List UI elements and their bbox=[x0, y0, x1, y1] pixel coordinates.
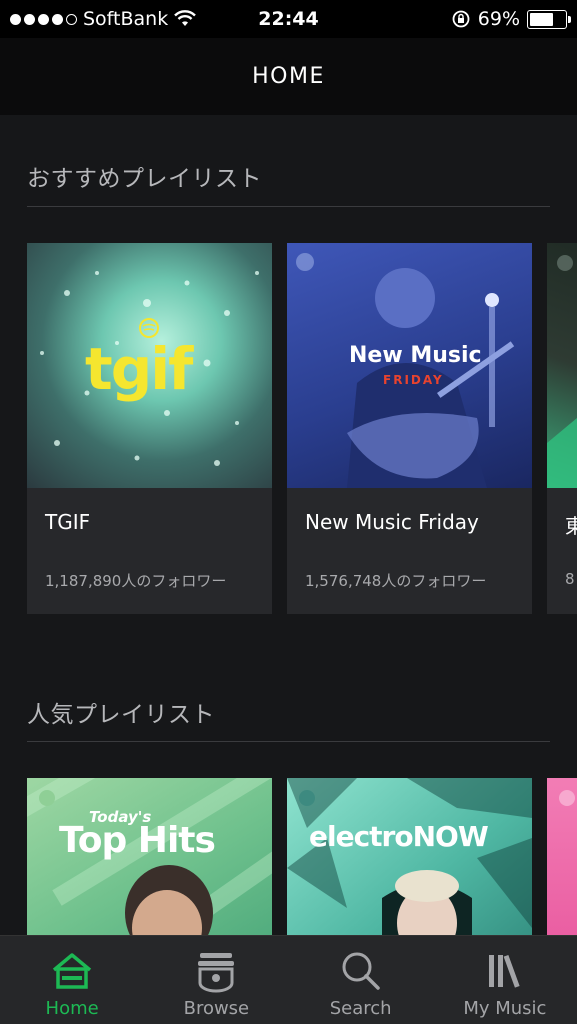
cover-subtitle: FRIDAY bbox=[383, 373, 444, 387]
playlist-card-new-music-friday[interactable]: New Music FRIDAY New Music Friday 1,576,… bbox=[287, 243, 532, 614]
playlist-row[interactable]: Today's Top Hits electroNOW bbox=[27, 778, 577, 935]
search-icon bbox=[338, 948, 384, 994]
section-title: おすすめプレイリスト bbox=[27, 166, 262, 192]
cover-decoration bbox=[547, 255, 577, 488]
cover-title: New Music bbox=[349, 343, 482, 368]
playlist-card-tgif[interactable]: tgif TGIF 1,187,890人のフォロワー bbox=[27, 243, 272, 614]
tab-browse[interactable]: Browse bbox=[144, 936, 288, 1024]
tab-home[interactable]: Home bbox=[0, 936, 144, 1024]
playlist-followers: 1,576,748人のフォロワー bbox=[305, 572, 487, 590]
battery-icon bbox=[527, 9, 571, 29]
section-title: 人気プレイリスト bbox=[27, 702, 215, 728]
playlist-cover: Today's Top Hits bbox=[27, 778, 272, 935]
tab-bar: Home Browse Search My Music bbox=[0, 935, 577, 1024]
tab-label: Browse bbox=[183, 998, 250, 1019]
playlist-followers: 8 bbox=[565, 570, 575, 588]
tab-label: My Music bbox=[463, 998, 547, 1019]
status-right: 69% bbox=[451, 8, 571, 30]
battery-fill bbox=[530, 12, 554, 26]
section-divider bbox=[27, 206, 550, 207]
tab-label: Home bbox=[45, 998, 99, 1019]
playlist-name: 東 bbox=[565, 514, 577, 538]
cover-decoration bbox=[559, 790, 575, 806]
tab-search[interactable]: Search bbox=[289, 936, 433, 1024]
playlist-name: TGIF bbox=[45, 510, 91, 534]
playlist-card-partial[interactable]: 東 8 bbox=[547, 243, 577, 614]
cover-title: Top Hits bbox=[59, 820, 216, 861]
playlist-cover: electroNOW bbox=[287, 778, 532, 935]
playlist-card-todays-top-hits[interactable]: Today's Top Hits bbox=[27, 778, 272, 935]
cover-title: electroNOW bbox=[309, 820, 489, 853]
playlist-card-electronow[interactable]: electroNOW bbox=[287, 778, 532, 935]
status-left: SoftBank bbox=[10, 8, 230, 30]
cover-title: tgif bbox=[85, 335, 193, 403]
tab-my-music[interactable]: My Music bbox=[433, 936, 577, 1024]
page-title: HOME bbox=[252, 64, 325, 89]
playlist-name: New Music Friday bbox=[305, 510, 479, 534]
home-feed[interactable]: おすすめプレイリスト tgif TGIF 1,187,890人のフォロワー Ne… bbox=[0, 115, 577, 935]
playlist-cover bbox=[547, 243, 577, 488]
nav-bar: HOME bbox=[0, 38, 577, 115]
library-icon bbox=[482, 948, 528, 994]
cover-decoration bbox=[287, 778, 532, 935]
playlist-cover bbox=[547, 778, 577, 935]
status-bar: SoftBank 22:44 69% bbox=[0, 0, 577, 38]
playlist-card-partial[interactable] bbox=[547, 778, 577, 935]
signal-strength-icon bbox=[10, 13, 77, 25]
carrier-name: SoftBank bbox=[83, 8, 169, 30]
playlist-row[interactable]: tgif TGIF 1,187,890人のフォロワー New Music FRI… bbox=[27, 243, 577, 614]
section-divider bbox=[27, 741, 550, 742]
playlist-followers: 1,187,890人のフォロワー bbox=[45, 572, 227, 590]
rotation-lock-icon bbox=[452, 10, 470, 28]
playlist-cover: New Music FRIDAY bbox=[287, 243, 532, 488]
browse-icon bbox=[193, 948, 239, 994]
wifi-icon bbox=[174, 10, 197, 26]
playlist-cover: tgif bbox=[27, 243, 272, 488]
battery-percent: 69% bbox=[477, 8, 520, 30]
home-icon bbox=[49, 948, 95, 994]
tab-label: Search bbox=[329, 998, 392, 1019]
